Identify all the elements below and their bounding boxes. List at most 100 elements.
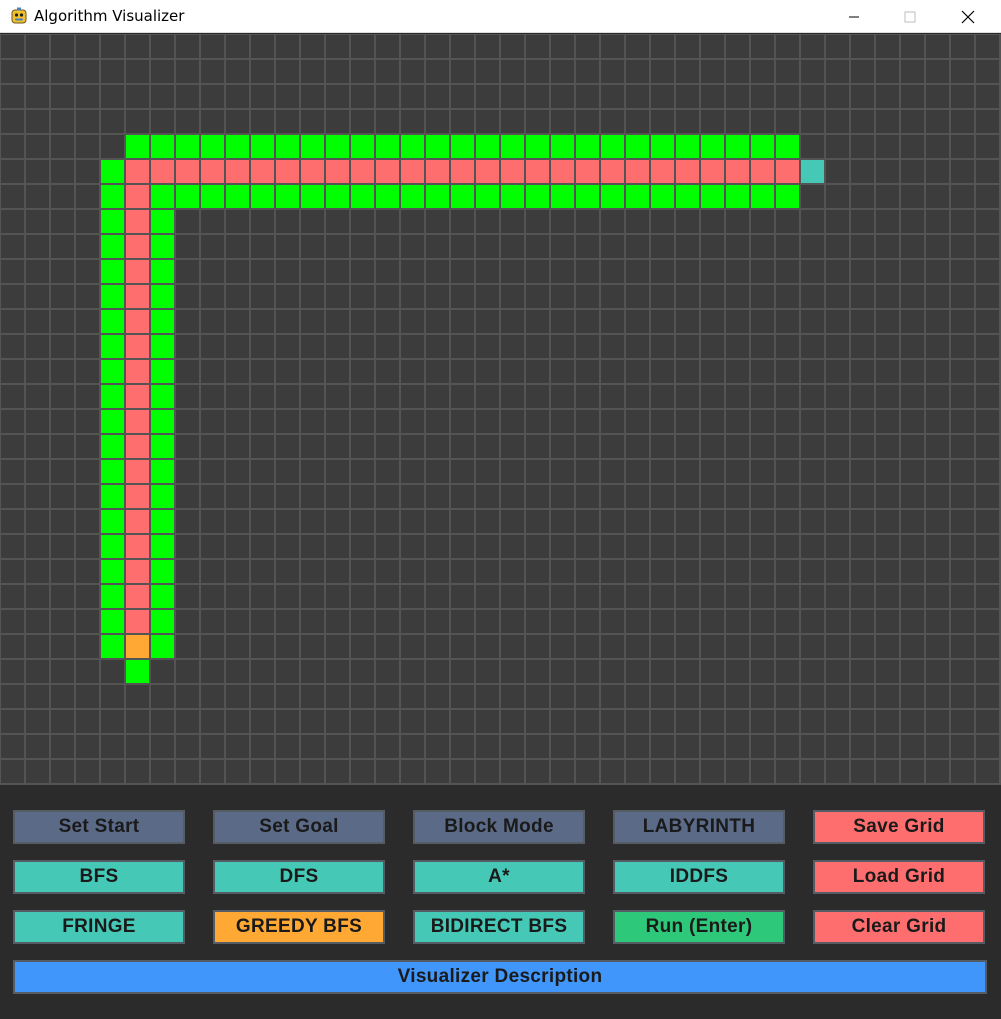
path-cell[interactable] [125,459,150,484]
visited-cell[interactable] [100,634,125,659]
path-cell[interactable] [175,159,200,184]
visited-cell[interactable] [675,134,700,159]
visited-cell[interactable] [100,184,125,209]
visited-cell[interactable] [150,634,175,659]
minimize-icon[interactable] [831,0,877,33]
visualizer-description-button[interactable]: Visualizer Description [13,960,987,994]
grid-canvas[interactable] [0,34,1001,785]
greedy-bfs-button[interactable]: GREEDY BFS [213,910,385,944]
path-cell[interactable] [125,609,150,634]
visited-cell[interactable] [175,134,200,159]
path-cell[interactable] [250,159,275,184]
path-cell[interactable] [125,434,150,459]
bidirect-bfs-button[interactable]: BIDIRECT BFS [413,910,585,944]
astar-button[interactable]: A* [413,860,585,894]
visited-cell[interactable] [750,184,775,209]
path-cell[interactable] [125,509,150,534]
visited-cell[interactable] [125,134,150,159]
visited-cell[interactable] [100,359,125,384]
maximize-icon[interactable] [887,0,933,33]
visited-cell[interactable] [425,184,450,209]
visited-cell[interactable] [100,259,125,284]
path-cell[interactable] [625,159,650,184]
visited-cell[interactable] [150,584,175,609]
fringe-button[interactable]: FRINGE [13,910,185,944]
path-cell[interactable] [200,159,225,184]
visited-cell[interactable] [150,484,175,509]
path-cell[interactable] [575,159,600,184]
visited-cell[interactable] [600,184,625,209]
load-grid-button[interactable]: Load Grid [813,860,985,894]
path-cell[interactable] [600,159,625,184]
visited-cell[interactable] [150,534,175,559]
visited-cell[interactable] [300,134,325,159]
visited-cell[interactable] [450,134,475,159]
path-cell[interactable] [275,159,300,184]
path-cell[interactable] [400,159,425,184]
visited-cell[interactable] [775,184,800,209]
bfs-button[interactable]: BFS [13,860,185,894]
visited-cell[interactable] [150,284,175,309]
path-cell[interactable] [125,159,150,184]
path-cell[interactable] [125,384,150,409]
path-cell[interactable] [125,584,150,609]
visited-cell[interactable] [100,384,125,409]
path-cell[interactable] [775,159,800,184]
visited-cell[interactable] [100,309,125,334]
visited-cell[interactable] [100,509,125,534]
visited-cell[interactable] [375,134,400,159]
visited-cell[interactable] [100,559,125,584]
visited-cell[interactable] [225,134,250,159]
set-start-button[interactable]: Set Start [13,810,185,844]
visited-cell[interactable] [200,184,225,209]
visited-cell[interactable] [325,184,350,209]
visited-cell[interactable] [275,134,300,159]
visited-cell[interactable] [625,184,650,209]
path-cell[interactable] [450,159,475,184]
visited-cell[interactable] [150,234,175,259]
visited-cell[interactable] [500,184,525,209]
visited-cell[interactable] [100,159,125,184]
visited-cell[interactable] [150,309,175,334]
path-cell[interactable] [125,309,150,334]
path-cell[interactable] [125,234,150,259]
visited-cell[interactable] [475,134,500,159]
visited-cell[interactable] [425,134,450,159]
visited-cell[interactable] [150,609,175,634]
visited-cell[interactable] [200,134,225,159]
visited-cell[interactable] [250,184,275,209]
start-cell[interactable] [125,634,150,659]
visited-cell[interactable] [150,384,175,409]
visited-cell[interactable] [550,184,575,209]
visited-cell[interactable] [725,184,750,209]
visited-cell[interactable] [350,184,375,209]
visited-cell[interactable] [375,184,400,209]
visited-cell[interactable] [675,184,700,209]
visited-cell[interactable] [100,434,125,459]
visited-cell[interactable] [275,184,300,209]
visited-cell[interactable] [150,559,175,584]
goal-cell[interactable] [800,159,825,184]
close-icon[interactable] [945,0,991,33]
visited-cell[interactable] [400,184,425,209]
visited-cell[interactable] [600,134,625,159]
visited-cell[interactable] [450,184,475,209]
path-cell[interactable] [125,534,150,559]
iddfs-button[interactable]: IDDFS [613,860,785,894]
set-goal-button[interactable]: Set Goal [213,810,385,844]
visited-cell[interactable] [350,134,375,159]
visited-cell[interactable] [400,134,425,159]
visited-cell[interactable] [150,334,175,359]
path-cell[interactable] [675,159,700,184]
visited-cell[interactable] [625,134,650,159]
visited-cell[interactable] [525,184,550,209]
path-cell[interactable] [425,159,450,184]
path-cell[interactable] [300,159,325,184]
visited-cell[interactable] [150,409,175,434]
visited-cell[interactable] [100,409,125,434]
visited-cell[interactable] [475,184,500,209]
path-cell[interactable] [725,159,750,184]
visited-cell[interactable] [325,134,350,159]
visited-cell[interactable] [100,209,125,234]
visited-cell[interactable] [150,359,175,384]
